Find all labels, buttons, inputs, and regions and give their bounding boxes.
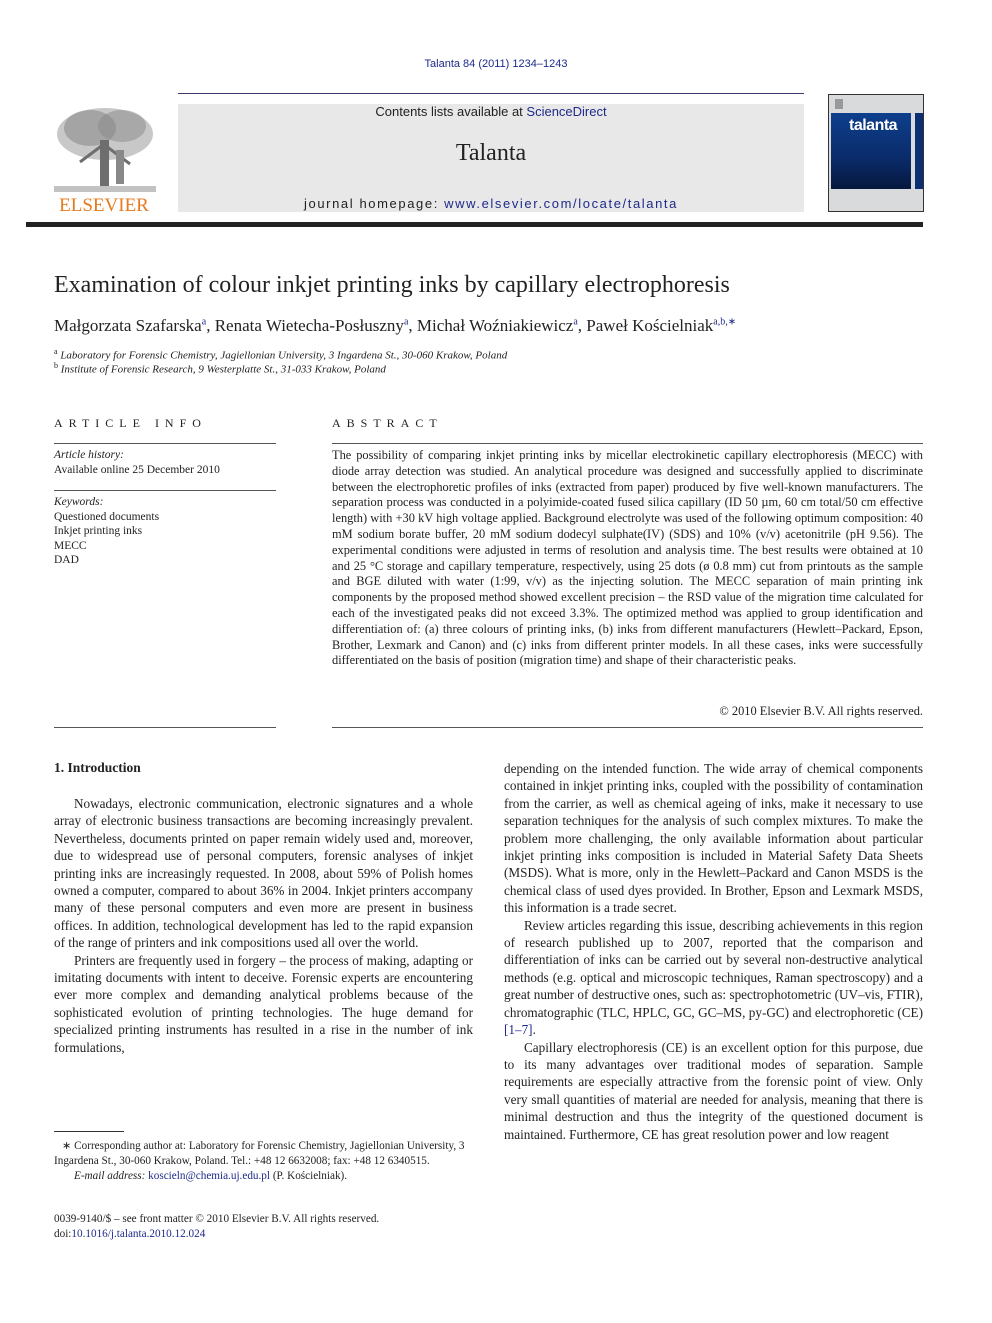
doi-link[interactable]: 10.1016/j.talanta.2010.12.024	[71, 1228, 205, 1240]
article-history-value: Available online 25 December 2010	[54, 463, 220, 476]
paragraph: Nowadays, electronic communication, elec…	[54, 796, 473, 951]
affiliation-mark: b	[54, 361, 58, 370]
header-thick-rule	[26, 222, 923, 227]
author-name: Paweł Kościelniak	[586, 316, 714, 335]
article-info-heading: ARTICLE INFO	[54, 416, 207, 430]
body-column-left: Nowadays, electronic communication, elec…	[54, 795, 473, 1056]
doi-prefix: doi:	[54, 1228, 72, 1240]
paragraph: Printers are frequently used in forgery …	[54, 952, 473, 1055]
email-suffix: (P. Kościelniak).	[270, 1170, 348, 1182]
cover-artwork-edge	[915, 113, 923, 189]
elsevier-wordmark: ELSEVIER	[59, 195, 149, 216]
issn-block: 0039-9140/$ – see front matter © 2010 El…	[54, 1212, 474, 1242]
corresponding-author-footnote: ∗ Corresponding author at: Laboratory fo…	[54, 1139, 474, 1184]
journal-citation-link[interactable]: Talanta 84 (2011) 1234–1243	[0, 58, 992, 70]
affiliation-marker[interactable]: a	[202, 316, 206, 327]
email-label: E-mail address:	[74, 1170, 149, 1182]
tree-icon	[54, 108, 156, 192]
divider	[332, 727, 923, 728]
journal-homepage: journal homepage: www.elsevier.com/locat…	[178, 196, 804, 211]
body-column-right: depending on the intended function. The …	[504, 760, 923, 1143]
keyword: Inkjet printing inks	[54, 525, 143, 537]
affiliation-marker[interactable]: a	[404, 316, 408, 327]
affiliation: b Institute of Forensic Research, 9 West…	[54, 361, 386, 376]
keywords-block: Keywords: Questioned documents Inkjet pr…	[54, 495, 276, 568]
divider	[54, 490, 276, 491]
author-name: Renata Wietecha-Posłuszny	[214, 316, 404, 335]
affiliation-mark: a	[54, 347, 58, 356]
paragraph: Review articles regarding this issue, de…	[504, 917, 923, 1039]
issn-line: 0039-9140/$ – see front matter © 2010 El…	[54, 1213, 380, 1225]
footnote-rule	[54, 1131, 124, 1132]
affiliation-marker[interactable]: a,b,∗	[713, 316, 736, 327]
abstract-copyright: © 2010 Elsevier B.V. All rights reserved…	[719, 704, 923, 718]
author-name: Michał Woźniakiewicz	[416, 316, 574, 335]
article-title: Examination of colour inkjet printing in…	[54, 272, 730, 298]
section-heading: 1. Introduction	[54, 760, 141, 775]
keyword: DAD	[54, 554, 79, 566]
homepage-link[interactable]: www.elsevier.com/locate/talanta	[444, 196, 678, 211]
email-line: E-mail address: koscieln@chemia.uj.edu.p…	[54, 1169, 474, 1184]
affiliation-text: Laboratory for Forensic Chemistry, Jagie…	[60, 349, 508, 362]
journal-cover-image: talanta	[828, 94, 924, 212]
footnote-text: ∗ Corresponding author at: Laboratory fo…	[54, 1140, 465, 1167]
paragraph: Capillary electrophoresis (CE) is an exc…	[504, 1039, 923, 1142]
header-divider	[178, 93, 804, 94]
author-list: Małgorzata Szafarskaa, Renata Wietecha-P…	[54, 316, 737, 335]
author-name: Małgorzata Szafarska	[54, 316, 202, 335]
punctuation: .	[532, 1022, 536, 1038]
doi-line: doi:10.1016/j.talanta.2010.12.024	[54, 1227, 474, 1242]
divider	[54, 443, 276, 444]
paragraph-text: Review articles regarding this issue, de…	[504, 917, 923, 1020]
affiliation-text: Institute of Forensic Research, 9 Wester…	[60, 363, 386, 376]
sciencedirect-link[interactable]: ScienceDirect	[526, 104, 606, 119]
divider	[54, 727, 276, 728]
cover-logo-icon	[835, 99, 843, 109]
keyword: Questioned documents	[54, 510, 160, 523]
affiliation-marker[interactable]: a	[573, 316, 577, 327]
abstract-heading: ABSTRACT	[332, 416, 443, 430]
contents-prefix: Contents lists available at	[375, 104, 527, 119]
reference-link[interactable]: [1–7]	[504, 1022, 533, 1037]
contents-availability: Contents lists available at ScienceDirec…	[178, 104, 804, 119]
journal-name: Talanta	[455, 140, 527, 166]
keyword: MECC	[54, 539, 87, 552]
affiliation: a Laboratory for Forensic Chemistry, Jag…	[54, 347, 507, 362]
cover-title: talanta	[849, 117, 898, 134]
keywords-label: Keywords:	[54, 496, 104, 508]
article-history-label: Article history:	[54, 449, 124, 461]
email-link[interactable]: koscieln@chemia.uj.edu.pl	[148, 1170, 270, 1182]
article-history: Article history: Available online 25 Dec…	[54, 448, 276, 477]
divider	[332, 443, 923, 444]
abstract-text: The possibility of comparing inkjet prin…	[332, 448, 923, 668]
paragraph: depending on the intended function. The …	[504, 761, 923, 916]
homepage-prefix: journal homepage:	[304, 196, 445, 211]
